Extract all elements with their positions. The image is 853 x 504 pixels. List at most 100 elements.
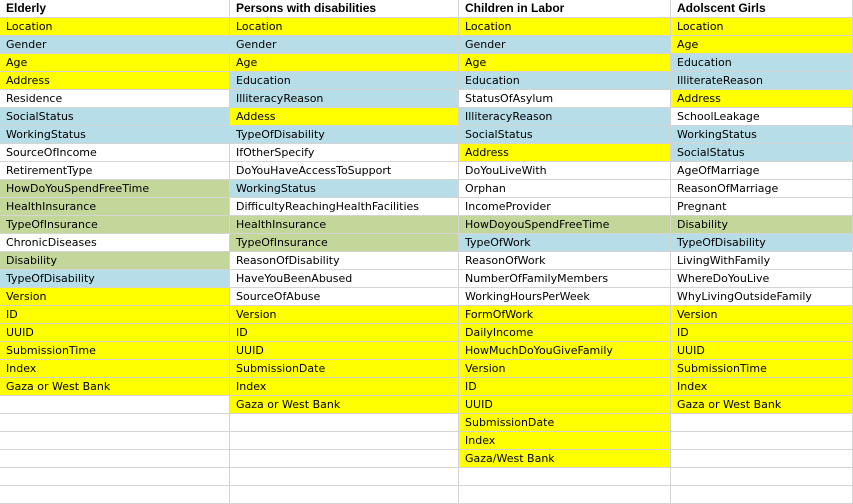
spreadsheet-cell[interactable] <box>0 414 230 432</box>
spreadsheet-cell[interactable]: Age <box>671 36 853 54</box>
spreadsheet-cell[interactable]: HowDoyouSpendFreeTime <box>459 216 671 234</box>
spreadsheet-cell[interactable]: DifficultyReachingHealthFacilities <box>230 198 459 216</box>
spreadsheet-cell[interactable]: Location <box>0 18 230 36</box>
spreadsheet-cell[interactable]: DailyIncome <box>459 324 671 342</box>
spreadsheet-cell[interactable]: Gender <box>459 36 671 54</box>
spreadsheet-cell[interactable] <box>459 486 671 504</box>
spreadsheet-cell[interactable]: WhyLivingOutsideFamily <box>671 288 853 306</box>
spreadsheet-cell[interactable]: TypeOfDisability <box>671 234 853 252</box>
spreadsheet-cell[interactable]: IncomeProvider <box>459 198 671 216</box>
spreadsheet-cell[interactable]: Orphan <box>459 180 671 198</box>
spreadsheet-cell[interactable]: ReasonOfWork <box>459 252 671 270</box>
spreadsheet-cell[interactable]: IlliterateReason <box>671 72 853 90</box>
spreadsheet-cell[interactable]: WorkingHoursPerWeek <box>459 288 671 306</box>
spreadsheet-cell[interactable] <box>671 450 853 468</box>
spreadsheet-cell[interactable]: Residence <box>0 90 230 108</box>
spreadsheet-cell[interactable]: Location <box>230 18 459 36</box>
spreadsheet-cell[interactable]: Version <box>230 306 459 324</box>
spreadsheet-cell[interactable]: DoYouHaveAccessToSupport <box>230 162 459 180</box>
spreadsheet-cell[interactable]: WorkingStatus <box>230 180 459 198</box>
spreadsheet-cell[interactable]: Pregnant <box>671 198 853 216</box>
spreadsheet-cell[interactable] <box>230 486 459 504</box>
spreadsheet-cell[interactable]: SocialStatus <box>459 126 671 144</box>
spreadsheet-cell[interactable]: WorkingStatus <box>0 126 230 144</box>
spreadsheet-cell[interactable]: SubmissionTime <box>0 342 230 360</box>
column-header-cell[interactable]: Elderly <box>0 0 230 18</box>
column-header-cell[interactable]: Children in Labor <box>459 0 671 18</box>
spreadsheet-cell[interactable]: Gaza or West Bank <box>230 396 459 414</box>
spreadsheet-cell[interactable]: UUID <box>230 342 459 360</box>
spreadsheet-cell[interactable]: Education <box>230 72 459 90</box>
spreadsheet-cell[interactable]: WhereDoYouLive <box>671 270 853 288</box>
spreadsheet-cell[interactable]: ReasonOfMarriage <box>671 180 853 198</box>
spreadsheet-cell[interactable]: Version <box>0 288 230 306</box>
spreadsheet-cell[interactable]: Version <box>671 306 853 324</box>
spreadsheet-cell[interactable]: SocialStatus <box>671 144 853 162</box>
spreadsheet-cell[interactable] <box>0 468 230 486</box>
spreadsheet-cell[interactable]: Addess <box>230 108 459 126</box>
spreadsheet-cell[interactable]: Education <box>671 54 853 72</box>
spreadsheet-cell[interactable]: UUID <box>459 396 671 414</box>
spreadsheet-cell[interactable]: IfOtherSpecify <box>230 144 459 162</box>
spreadsheet-cell[interactable] <box>0 432 230 450</box>
spreadsheet-cell[interactable]: Gender <box>230 36 459 54</box>
spreadsheet-cell[interactable]: HowMuchDoYouGiveFamily <box>459 342 671 360</box>
spreadsheet-cell[interactable]: ID <box>671 324 853 342</box>
spreadsheet-cell[interactable] <box>671 414 853 432</box>
spreadsheet-cell[interactable]: Address <box>671 90 853 108</box>
column-header-cell[interactable]: Adolscent Girls <box>671 0 853 18</box>
spreadsheet-cell[interactable]: TypeOfInsurance <box>230 234 459 252</box>
spreadsheet-cell[interactable]: HealthInsurance <box>230 216 459 234</box>
spreadsheet-cell[interactable] <box>230 450 459 468</box>
spreadsheet-cell[interactable]: SourceOfAbuse <box>230 288 459 306</box>
spreadsheet-cell[interactable] <box>459 468 671 486</box>
spreadsheet-cell[interactable]: TypeOfDisability <box>0 270 230 288</box>
spreadsheet-cell[interactable]: HealthInsurance <box>0 198 230 216</box>
spreadsheet-cell[interactable]: ID <box>459 378 671 396</box>
spreadsheet-cell[interactable]: DoYouLiveWith <box>459 162 671 180</box>
spreadsheet-cell[interactable] <box>671 432 853 450</box>
spreadsheet-cell[interactable]: StatusOfAsylum <box>459 90 671 108</box>
spreadsheet-cell[interactable]: TypeOfInsurance <box>0 216 230 234</box>
spreadsheet-cell[interactable]: SubmissionTime <box>671 360 853 378</box>
spreadsheet-cell[interactable]: UUID <box>0 324 230 342</box>
spreadsheet-cell[interactable]: WorkingStatus <box>671 126 853 144</box>
spreadsheet-cell[interactable]: Address <box>0 72 230 90</box>
spreadsheet-cell[interactable]: FormOfWork <box>459 306 671 324</box>
spreadsheet-cell[interactable]: IlliteracyReason <box>230 90 459 108</box>
spreadsheet-cell[interactable] <box>671 468 853 486</box>
spreadsheet-cell[interactable]: ID <box>230 324 459 342</box>
spreadsheet-cell[interactable]: HaveYouBeenAbused <box>230 270 459 288</box>
spreadsheet-cell[interactable]: Disability <box>671 216 853 234</box>
spreadsheet-cell[interactable]: RetirementType <box>0 162 230 180</box>
spreadsheet-cell[interactable]: ReasonOfDisability <box>230 252 459 270</box>
spreadsheet-cell[interactable]: Education <box>459 72 671 90</box>
spreadsheet-cell[interactable]: IlliteracyReason <box>459 108 671 126</box>
spreadsheet-cell[interactable]: SchoolLeakage <box>671 108 853 126</box>
spreadsheet-cell[interactable]: Gender <box>0 36 230 54</box>
spreadsheet-cell[interactable]: Age <box>0 54 230 72</box>
spreadsheet-cell[interactable]: NumberOfFamilyMembers <box>459 270 671 288</box>
spreadsheet-cell[interactable]: Address <box>459 144 671 162</box>
spreadsheet-cell[interactable]: Disability <box>0 252 230 270</box>
spreadsheet-cell[interactable]: ID <box>0 306 230 324</box>
spreadsheet-cell[interactable] <box>0 450 230 468</box>
spreadsheet-cell[interactable]: LivingWithFamily <box>671 252 853 270</box>
spreadsheet-cell[interactable]: Gaza or West Bank <box>671 396 853 414</box>
spreadsheet-cell[interactable]: ChronicDiseases <box>0 234 230 252</box>
spreadsheet-cell[interactable]: Age <box>459 54 671 72</box>
spreadsheet-cell[interactable]: TypeOfWork <box>459 234 671 252</box>
spreadsheet-cell[interactable]: SubmissionDate <box>459 414 671 432</box>
spreadsheet-cell[interactable]: Gaza/West Bank <box>459 450 671 468</box>
spreadsheet-cell[interactable] <box>230 468 459 486</box>
spreadsheet-cell[interactable] <box>230 414 459 432</box>
spreadsheet-cell[interactable] <box>671 486 853 504</box>
spreadsheet-cell[interactable] <box>230 432 459 450</box>
spreadsheet-cell[interactable]: Index <box>0 360 230 378</box>
spreadsheet-cell[interactable] <box>0 396 230 414</box>
spreadsheet-cell[interactable]: Version <box>459 360 671 378</box>
spreadsheet-cell[interactable]: SubmissionDate <box>230 360 459 378</box>
spreadsheet-cell[interactable] <box>0 486 230 504</box>
spreadsheet-cell[interactable]: TypeOfDisability <box>230 126 459 144</box>
spreadsheet-cell[interactable]: Gaza or West Bank <box>0 378 230 396</box>
